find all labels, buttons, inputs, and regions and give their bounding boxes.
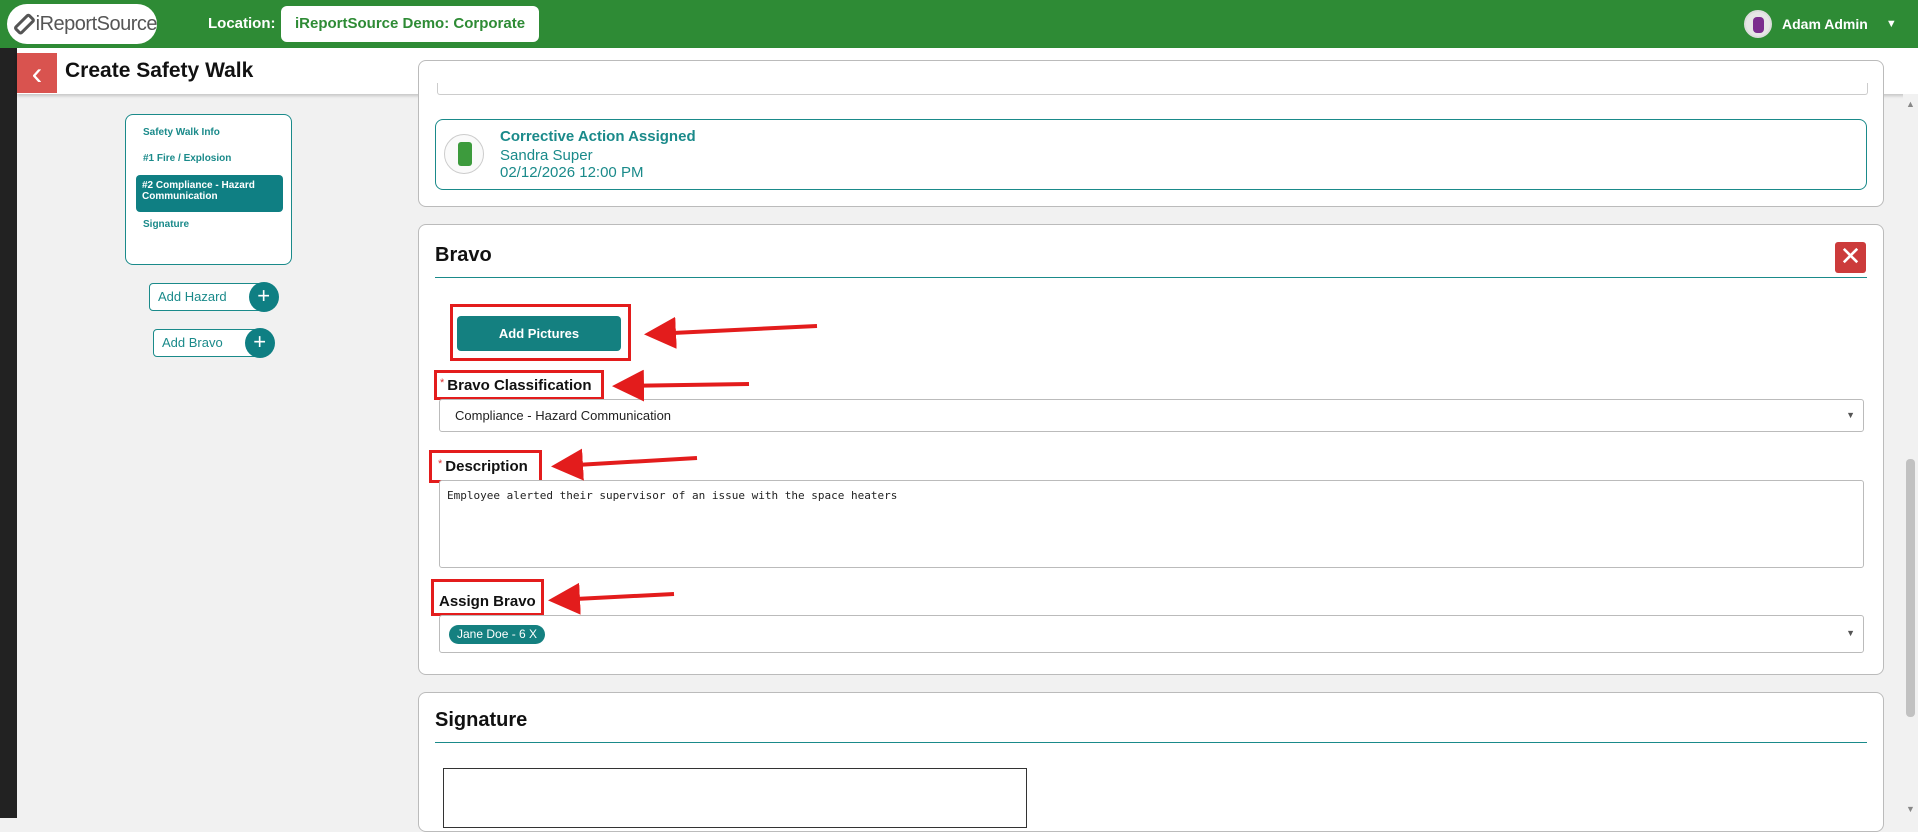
arrow-assign [548,582,675,615]
scroll-up-icon[interactable]: ▲ [1906,99,1915,109]
arrow-classification [612,369,750,402]
signature-title: Signature [435,709,528,731]
arrow-add-pictures [644,316,818,349]
scroll-down-icon[interactable]: ▼ [1906,804,1915,814]
signature-pad[interactable] [443,768,1027,828]
signature-divider [435,742,1867,743]
arrow-description [551,448,698,481]
scrollbar-thumb[interactable] [1906,459,1915,717]
